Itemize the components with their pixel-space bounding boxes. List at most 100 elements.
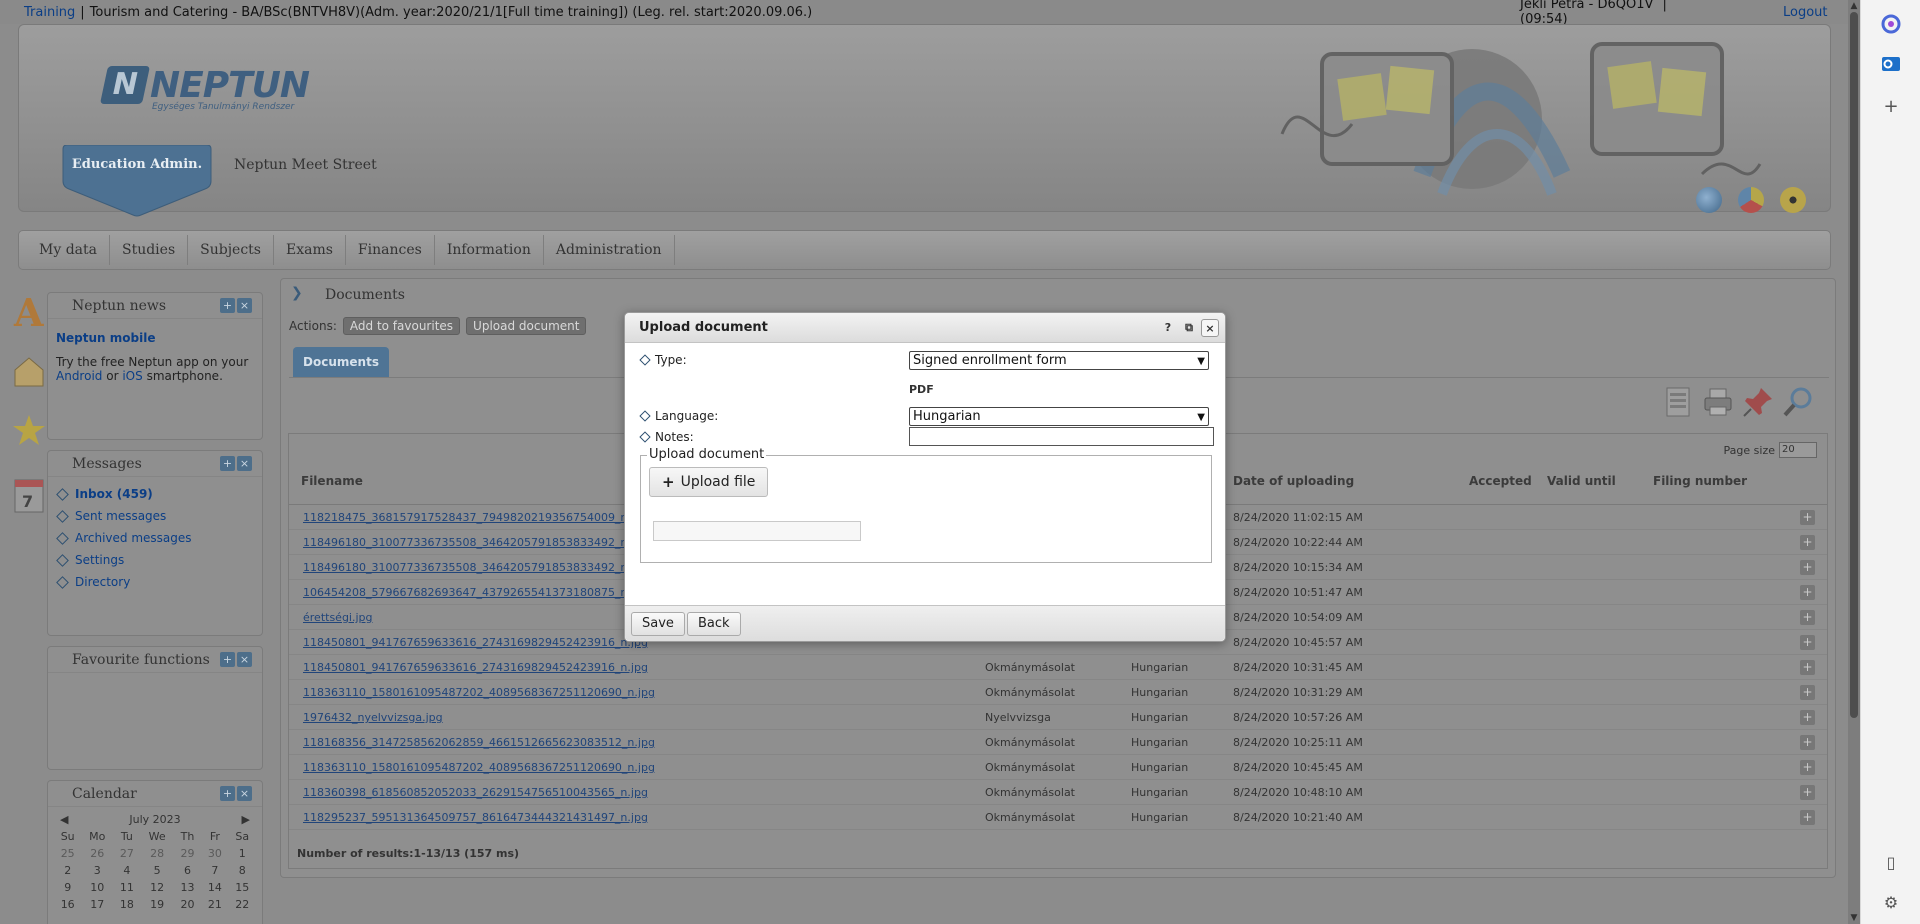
star-icon[interactable] <box>12 412 46 450</box>
messages-archived[interactable]: Archived messages <box>56 527 254 549</box>
close-icon[interactable]: × <box>237 298 252 313</box>
calendar-day[interactable]: 19 <box>141 896 174 913</box>
calendar-day[interactable]: 13 <box>174 879 201 896</box>
type-select[interactable]: Signed enrollment form ▼ <box>909 351 1209 370</box>
messages-settings[interactable]: Settings <box>56 549 254 571</box>
menu-finances[interactable]: Finances <box>346 235 435 265</box>
menu-information[interactable]: Information <box>435 235 544 265</box>
filename-link[interactable]: 118363110_1580161095487202_4089568367251… <box>303 761 655 774</box>
save-button[interactable]: Save <box>631 612 685 636</box>
sidebar-toggle-icon[interactable]: ▯ <box>1877 848 1905 876</box>
selected-file-field[interactable] <box>653 521 861 541</box>
calendar-icon[interactable]: 7 <box>12 474 46 513</box>
column-header-filename[interactable]: Filename <box>301 474 363 502</box>
column-header-date[interactable]: Date of uploading <box>1233 474 1354 502</box>
menu-my-data[interactable]: My data <box>27 235 110 265</box>
calendar-day[interactable]: 6 <box>174 862 201 879</box>
add-icon[interactable]: + <box>1877 92 1905 120</box>
calendar-day[interactable]: 15 <box>229 879 256 896</box>
expand-icon[interactable]: + <box>220 298 235 313</box>
row-expand-icon[interactable]: + <box>1800 585 1815 600</box>
filename-link[interactable]: érettségi.jpg <box>303 611 373 624</box>
calendar-day[interactable]: 20 <box>174 896 201 913</box>
expand-icon[interactable]: + <box>220 786 235 801</box>
calendar-day[interactable]: 28 <box>141 845 174 862</box>
filename-link[interactable]: 118450801_941767659633616_27431698294524… <box>303 636 648 649</box>
accessibility-icon[interactable] <box>1780 187 1806 213</box>
filename-link[interactable]: 118218475_368157917528437_79498202193567… <box>303 511 648 524</box>
column-header-valid-until[interactable]: Valid until <box>1547 474 1616 502</box>
excel-export-icon[interactable] <box>1661 385 1695 419</box>
neptun-logo[interactable]: N NEPTUN Egységes Tanulmányi Rendszer <box>99 62 310 112</box>
messages-directory[interactable]: Directory <box>56 571 254 593</box>
calendar-day[interactable]: 27 <box>113 845 140 862</box>
close-icon[interactable]: × <box>237 786 252 801</box>
row-expand-icon[interactable]: + <box>1800 635 1815 650</box>
messages-inbox[interactable]: Inbox (459) <box>56 483 254 505</box>
filename-link[interactable]: 118363110_1580161095487202_4089568367251… <box>303 686 655 699</box>
outlook-icon[interactable] <box>1877 50 1905 78</box>
calendar-day[interactable]: 26 <box>81 845 113 862</box>
pin-icon[interactable] <box>1741 385 1775 419</box>
row-expand-icon[interactable]: + <box>1800 710 1815 725</box>
calendar-day[interactable]: 17 <box>81 896 113 913</box>
row-expand-icon[interactable]: + <box>1800 685 1815 700</box>
calendar-day[interactable]: 29 <box>174 845 201 862</box>
calendar-day[interactable]: 5 <box>141 862 174 879</box>
help-icon[interactable]: ? <box>1159 319 1177 337</box>
filename-link[interactable]: 118295237_595131364509757_86164734443214… <box>303 811 648 824</box>
calendar-day[interactable]: 11 <box>113 879 140 896</box>
calendar-day[interactable]: 30 <box>201 845 228 862</box>
calendar-day[interactable]: 10 <box>81 879 113 896</box>
color-theme-icon[interactable] <box>1738 187 1764 213</box>
copilot-icon[interactable] <box>1877 10 1905 38</box>
home-icon[interactable] <box>12 352 46 390</box>
row-expand-icon[interactable]: + <box>1800 560 1815 575</box>
row-expand-icon[interactable]: + <box>1800 810 1815 825</box>
scroll-up-icon[interactable]: ▲ <box>1848 0 1860 12</box>
upload-file-button[interactable]: + Upload file <box>649 467 769 497</box>
filename-link[interactable]: 118450801_941767659633616_27431698294524… <box>303 661 648 674</box>
tab-documents[interactable]: Documents <box>293 347 389 377</box>
row-expand-icon[interactable]: + <box>1800 660 1815 675</box>
android-link[interactable]: Android <box>56 369 102 383</box>
column-header-accepted[interactable]: Accepted <box>1469 474 1532 502</box>
calendar-day[interactable]: 2 <box>54 862 81 879</box>
scrollbar-thumb[interactable] <box>1850 12 1858 718</box>
close-icon[interactable]: × <box>237 652 252 667</box>
menu-studies[interactable]: Studies <box>110 235 189 265</box>
calendar-day[interactable]: 8 <box>229 862 256 879</box>
row-expand-icon[interactable]: + <box>1800 785 1815 800</box>
notes-input[interactable] <box>909 427 1214 446</box>
calendar-day[interactable]: 18 <box>113 896 140 913</box>
role-tab-education-admin[interactable]: Education Admin. <box>61 145 213 217</box>
ios-link[interactable]: iOS <box>122 369 142 383</box>
globe-icon[interactable] <box>1696 187 1722 213</box>
gear-icon[interactable]: ⚙ <box>1877 888 1905 916</box>
filename-link[interactable]: 118168356_3147258562062859_4661512665623… <box>303 736 655 749</box>
next-month-icon[interactable]: ▶ <box>242 813 250 826</box>
row-expand-icon[interactable]: + <box>1800 535 1815 550</box>
upload-document-button[interactable]: Upload document <box>466 317 587 335</box>
calendar-day[interactable]: 12 <box>141 879 174 896</box>
row-expand-icon[interactable]: + <box>1800 610 1815 625</box>
popout-icon[interactable]: ⧉ <box>1180 319 1198 337</box>
menu-subjects[interactable]: Subjects <box>188 235 274 265</box>
chevron-right-icon[interactable]: ❯ <box>291 285 307 301</box>
row-expand-icon[interactable]: + <box>1800 735 1815 750</box>
scroll-down-icon[interactable]: ▼ <box>1848 912 1860 924</box>
page-scrollbar[interactable]: ▲ ▼ <box>1848 0 1860 924</box>
calendar-day[interactable]: 16 <box>54 896 81 913</box>
filename-link[interactable]: 118360398_618560852052033_26291547565100… <box>303 786 648 799</box>
filename-link[interactable]: 118496180_310077336735508_34642057918538… <box>303 561 648 574</box>
meet-street-link[interactable]: Neptun Meet Street <box>234 157 377 173</box>
menu-exams[interactable]: Exams <box>274 235 346 265</box>
language-select[interactable]: Hungarian ▼ <box>909 407 1209 426</box>
messages-sent[interactable]: Sent messages <box>56 505 254 527</box>
calendar-day[interactable]: 14 <box>201 879 228 896</box>
print-icon[interactable] <box>1701 385 1735 419</box>
calendar-day[interactable]: 25 <box>54 845 81 862</box>
filename-link[interactable]: 1976432_nyelvvizsga.jpg <box>303 711 443 724</box>
expand-icon[interactable]: + <box>220 456 235 471</box>
search-icon[interactable] <box>1781 385 1815 419</box>
